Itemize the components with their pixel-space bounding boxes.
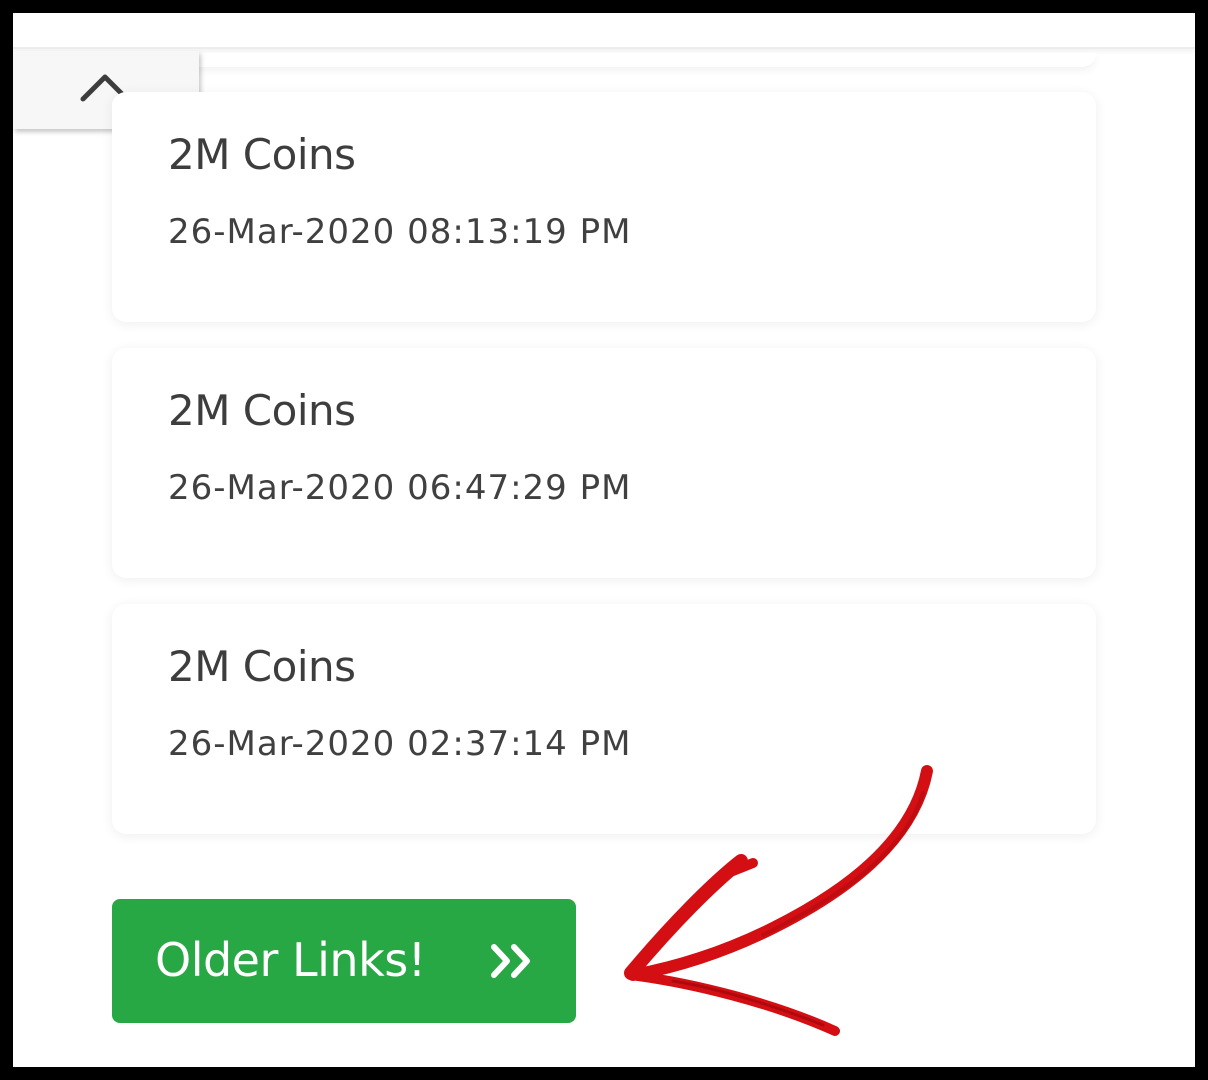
list-item[interactable]: 2M Coins 26-Mar-2020 06:47:29 PM <box>112 348 1096 578</box>
close-icon[interactable] <box>25 13 57 27</box>
top-bar <box>13 13 1195 49</box>
entry-datetime: 26-Mar-2020 08:13:19 PM <box>168 212 632 252</box>
older-links-button[interactable]: Older Links! <box>112 899 576 1023</box>
older-links-label: Older Links! <box>155 933 426 987</box>
list-item[interactable]: 2M Coins 26-Mar-2020 08:13:19 PM <box>112 92 1096 322</box>
previous-entry-card <box>112 53 1096 67</box>
red-arrow-annotation <box>624 765 933 1036</box>
double-chevron-right-icon <box>491 944 530 978</box>
entry-datetime: 26-Mar-2020 06:47:29 PM <box>168 468 632 508</box>
entry-datetime: 26-Mar-2020 02:37:14 PM <box>168 724 632 764</box>
entry-title: 2M Coins <box>168 642 356 691</box>
entry-title: 2M Coins <box>168 130 356 179</box>
screenshot-frame: 2M Coins 26-Mar-2020 08:13:19 PM 2M Coin… <box>13 13 1195 1067</box>
entry-title: 2M Coins <box>168 386 356 435</box>
